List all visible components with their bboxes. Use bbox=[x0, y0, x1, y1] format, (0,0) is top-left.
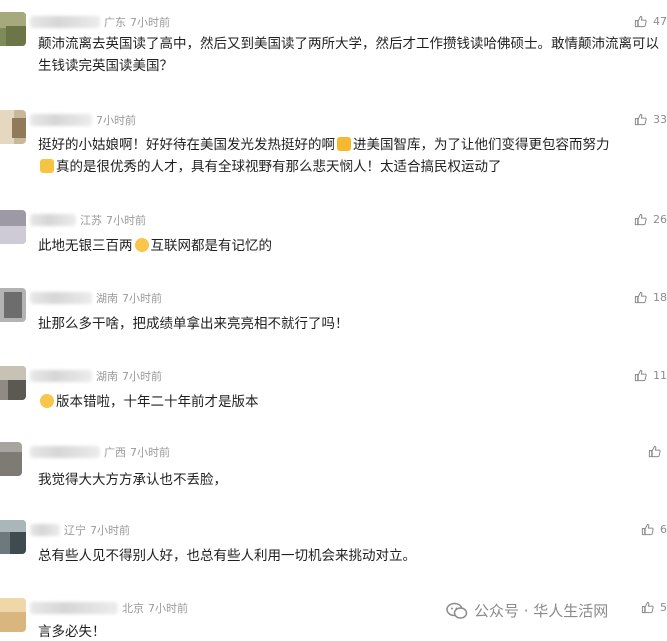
flexed-biceps-emoji bbox=[40, 159, 54, 173]
avatar[interactable] bbox=[0, 442, 22, 476]
username-blurred[interactable] bbox=[30, 602, 118, 614]
timestamp: 7小时前 bbox=[130, 446, 170, 459]
avatar[interactable] bbox=[0, 366, 26, 400]
timestamp: 7小时前 bbox=[122, 292, 162, 305]
username-blurred[interactable] bbox=[30, 446, 100, 458]
like-count: 11 bbox=[653, 369, 667, 382]
comment-meta: 7小时前 bbox=[30, 112, 136, 128]
comment-text-part: 挺好的小姑娘啊！好好待在美国发光发热挺好的啊 bbox=[38, 137, 335, 153]
comment-text: 挺好的小姑娘啊！好好待在美国发光发热挺好的啊 进美国智库，为了让他们变得更包容而努… bbox=[38, 134, 667, 178]
location-label: 湖南 bbox=[96, 370, 118, 383]
like-button[interactable]: 11 bbox=[634, 369, 667, 382]
sweat-smile-emoji bbox=[134, 238, 149, 252]
username-blurred[interactable] bbox=[30, 370, 92, 382]
avatar[interactable] bbox=[0, 520, 26, 554]
comment-meta: 广西 7小时前 bbox=[30, 444, 170, 460]
comment-meta: 北京 7小时前 bbox=[30, 600, 188, 616]
comment-item: 江苏 7小时前 26 此地无银三百两 互联网都是有记忆的 bbox=[0, 210, 667, 270]
username-blurred[interactable] bbox=[30, 16, 100, 28]
like-count: 18 bbox=[653, 291, 667, 304]
location-label: 辽宁 bbox=[64, 524, 86, 537]
comment-item: 7小时前 33 挺好的小姑娘啊！好好待在美国发光发热挺好的啊 进美国智库，为了让他… bbox=[0, 110, 667, 190]
timestamp: 7小时前 bbox=[130, 16, 170, 29]
thumbs-up-icon bbox=[634, 15, 647, 28]
comment-text: 我觉得大大方方承认也不丢脸， bbox=[38, 472, 227, 488]
username-blurred[interactable] bbox=[30, 114, 92, 126]
comment-text-part: 真的是很优秀的人才，具有全球视野有那么悲天悯人！太适合搞民权运动了 bbox=[56, 159, 502, 175]
like-count: 33 bbox=[653, 113, 667, 126]
location-label: 广西 bbox=[104, 446, 126, 459]
comment-item: 湖南 7小时前 18 扯那么多干啥，把成绩单拿出来亮亮相不就行了吗！ bbox=[0, 288, 667, 348]
comment-meta: 广东 7小时前 bbox=[30, 14, 170, 30]
thumbs-up-icon bbox=[648, 445, 661, 458]
timestamp: 7小时前 bbox=[122, 370, 162, 383]
avatar[interactable] bbox=[0, 288, 26, 322]
location-label: 北京 bbox=[122, 602, 144, 615]
comment-item: 广西 7小时前 我觉得大大方方承认也不丢脸， bbox=[0, 442, 667, 508]
username-blurred[interactable] bbox=[30, 524, 60, 536]
comment-text-part: 版本错啦，十年二十年前才是版本 bbox=[56, 394, 259, 410]
like-button[interactable]: 26 bbox=[634, 213, 667, 226]
comment-text-part: 互联网都是有记忆的 bbox=[150, 238, 273, 254]
comment-text: 颠沛流离去英国读了高中，然后又到美国读了两所大学，然后才工作攒钱读哈佛硕士。敢情… bbox=[38, 36, 659, 74]
like-count: 5 bbox=[660, 601, 667, 614]
thumbs-up-icon bbox=[634, 369, 647, 382]
comment-list: 广东 7小时前 47 颠沛流离去英国读了高中，然后又到美国读了两所大学，然后才工… bbox=[0, 0, 667, 641]
comment-meta: 湖南 7小时前 bbox=[30, 290, 162, 306]
thumbs-up-icon bbox=[641, 523, 654, 536]
timestamp: 7小时前 bbox=[106, 214, 146, 227]
comment-item: 辽宁 7小时前 6 总有些人见不得别人好，也总有些人利用一切机会来挑动对立。 bbox=[0, 520, 667, 580]
avatar[interactable] bbox=[0, 12, 26, 46]
location-label: 湖南 bbox=[96, 292, 118, 305]
timestamp: 7小时前 bbox=[148, 602, 188, 615]
like-count: 47 bbox=[653, 15, 667, 28]
location-label: 广东 bbox=[104, 16, 126, 29]
like-count: 6 bbox=[660, 523, 667, 536]
like-button[interactable]: 5 bbox=[641, 601, 667, 614]
location-label: 江苏 bbox=[80, 214, 102, 227]
comment-meta: 湖南 7小时前 bbox=[30, 368, 162, 384]
like-button[interactable]: 33 bbox=[634, 113, 667, 126]
thumbs-up-icon bbox=[634, 113, 647, 126]
like-button[interactable]: 47 bbox=[634, 15, 667, 28]
timestamp: 7小时前 bbox=[96, 114, 136, 127]
comment-text: 此地无银三百两 互联网都是有记忆的 bbox=[38, 235, 667, 257]
avatar[interactable] bbox=[0, 598, 26, 632]
like-button[interactable] bbox=[648, 445, 667, 458]
thumbs-up-icon bbox=[634, 291, 647, 304]
thumbs-up-icon bbox=[641, 601, 654, 614]
comment-text: 版本错啦，十年二十年前才是版本 bbox=[38, 391, 667, 413]
like-button[interactable]: 18 bbox=[634, 291, 667, 304]
username-blurred[interactable] bbox=[30, 292, 92, 304]
comment-text: 言多必失！ bbox=[38, 624, 106, 640]
comment-item: 湖南 7小时前 11 版本错啦，十年二十年前才是版本 bbox=[0, 366, 667, 426]
avatar[interactable] bbox=[0, 110, 26, 144]
timestamp: 7小时前 bbox=[90, 524, 130, 537]
watermark-text: 公众号 · 华人生活网 bbox=[474, 602, 609, 620]
comment-meta: 江苏 7小时前 bbox=[30, 212, 146, 228]
like-button[interactable]: 6 bbox=[641, 523, 667, 536]
comment-text-part: 此地无银三百两 bbox=[38, 238, 133, 254]
comment-text: 扯那么多干啥，把成绩单拿出来亮亮相不就行了吗！ bbox=[38, 316, 349, 332]
like-count: 26 bbox=[653, 213, 667, 226]
avatar[interactable] bbox=[0, 210, 26, 244]
watermark: 公众号 · 华人生活网 bbox=[446, 600, 608, 621]
username-blurred[interactable] bbox=[30, 214, 76, 226]
laughing-emoji bbox=[40, 394, 54, 408]
comment-item: 广东 7小时前 47 颠沛流离去英国读了高中，然后又到美国读了两所大学，然后才工… bbox=[0, 12, 667, 90]
comment-meta: 辽宁 7小时前 bbox=[30, 522, 130, 538]
wechat-icon bbox=[446, 602, 468, 619]
comment-text-part: 进美国智库，为了让他们变得更包容而努力 bbox=[353, 137, 610, 153]
thumbs-up-icon bbox=[634, 213, 647, 226]
thumbs-up-emoji bbox=[337, 137, 351, 151]
comment-text: 总有些人见不得别人好，也总有些人利用一切机会来挑动对立。 bbox=[38, 548, 416, 564]
